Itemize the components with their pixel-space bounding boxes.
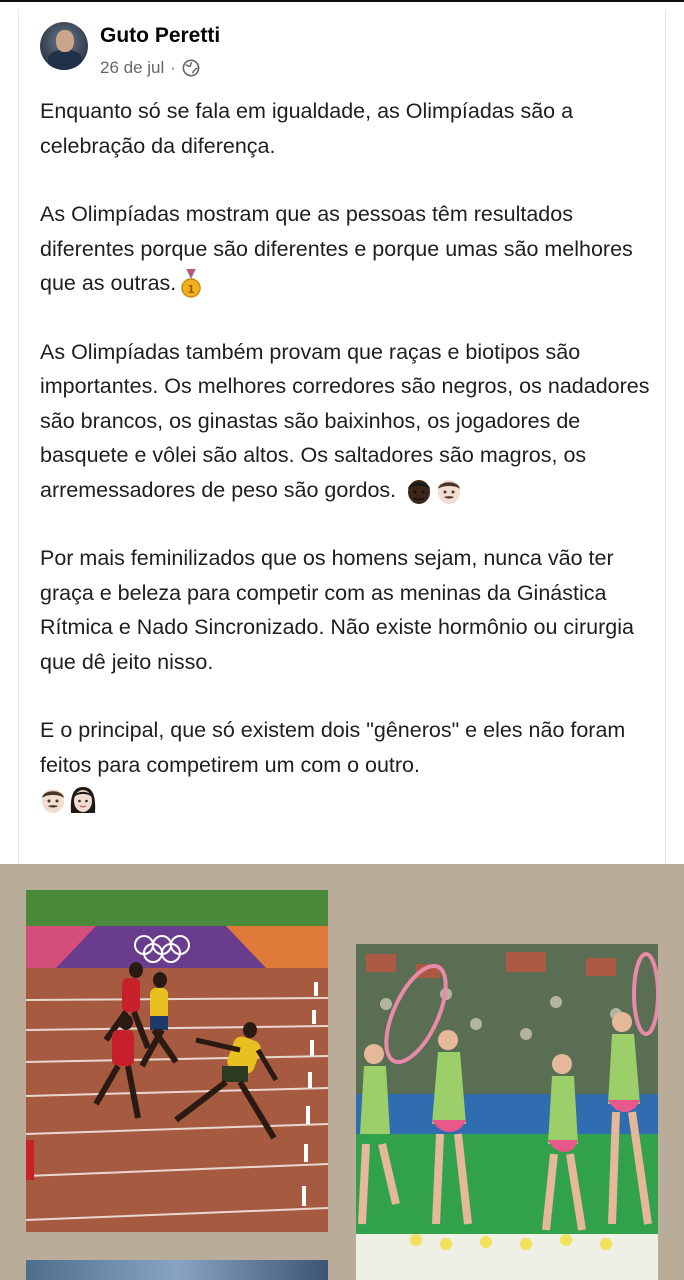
author-name[interactable]: Guto Peretti [100,24,220,48]
post-date[interactable]: 26 de jul [100,58,164,78]
post-paragraph: Enquanto só se fala em igualdade, as Oli… [40,94,660,163]
dark-skin-man-emoji [408,479,431,504]
meta-separator: · [170,58,176,77]
light-skin-man-emoji [438,479,461,504]
globe-icon [182,59,200,77]
avatar-body [48,50,82,70]
swimming-photo[interactable] [26,1260,328,1280]
sprinters-illustration [26,890,328,1232]
light-skin-woman-emoji [70,787,96,814]
top-border [0,0,684,2]
paragraph-text: As Olimpíadas mostram que as pessoas têm… [40,202,633,295]
post-body: Enquanto só se fala em igualdade, as Oli… [40,94,660,817]
post-paragraph: E o principal, que só existem dois "gêne… [40,713,660,817]
gymnasts-illustration [356,944,658,1280]
post-paragraph: As Olimpíadas também provam que raças e … [40,335,660,508]
svg-text:1: 1 [187,283,195,296]
post-paragraph: As Olimpíadas mostram que as pessoas têm… [40,197,660,301]
paragraph-text: As Olimpíadas também provam que raças e … [40,339,650,502]
post-paragraph: Por mais feminilizados que os homens sej… [40,541,660,679]
sprinters-photo[interactable] [26,890,328,1232]
rhythmic-gymnasts-photo[interactable] [356,944,658,1280]
gold-medal-emoji: 1 [181,269,202,299]
author-avatar[interactable] [40,22,88,70]
light-skin-man-emoji [42,789,64,814]
paragraph-text: Enquanto só se fala em igualdade, as Oli… [40,99,574,158]
paragraph-text: Por mais feminilizados que os homens sej… [40,546,634,674]
paragraph-text: E o principal, que só existem dois "gêne… [40,718,626,777]
avatar-face [56,30,74,52]
post-meta: 26 de jul · [100,58,200,78]
